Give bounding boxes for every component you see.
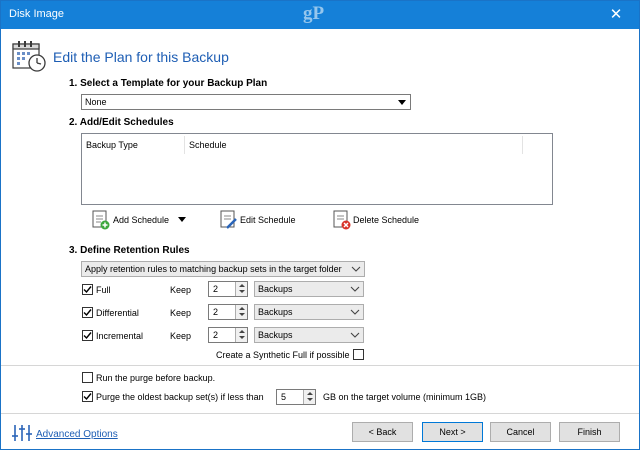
retention-section-label: 3. Define Retention Rules	[69, 245, 190, 256]
calendar-clock-icon	[12, 41, 46, 72]
spin-up-icon[interactable]	[239, 330, 245, 333]
back-button[interactable]: < Back	[352, 422, 413, 442]
spin-down-icon[interactable]	[239, 336, 245, 339]
template-dropdown-value: None	[85, 97, 107, 107]
differential-unit-value: Backups	[258, 307, 293, 317]
chevron-down-icon	[350, 309, 360, 315]
run-purge-before-label: Run the purge before backup.	[96, 373, 216, 383]
retention-rule-value: Apply retention rules to matching backup…	[85, 264, 342, 274]
spinner-buttons[interactable]	[235, 305, 247, 319]
template-section-label: 1. Select a Template for your Backup Pla…	[69, 78, 268, 89]
delete-schedule-label: Delete Schedule	[353, 215, 420, 225]
differential-unit-dropdown[interactable]: Backups	[254, 304, 364, 320]
column-header-schedule[interactable]: Schedule	[189, 140, 227, 150]
differential-checkbox[interactable]	[82, 307, 93, 318]
chevron-down-icon	[350, 286, 360, 292]
incremental-unit-value: Backups	[258, 330, 293, 340]
template-dropdown[interactable]: None	[81, 94, 411, 110]
spinner-buttons[interactable]	[235, 328, 247, 342]
incremental-keep-label: Keep	[170, 331, 192, 341]
full-keep-spinner[interactable]: 2	[208, 281, 248, 297]
retention-rule-dropdown[interactable]: Apply retention rules to matching backup…	[81, 261, 365, 277]
checkmark-icon	[83, 393, 92, 401]
spin-up-icon[interactable]	[307, 392, 313, 395]
delete-schedule-icon	[333, 210, 351, 230]
section-divider	[1, 365, 639, 366]
full-unit-value: Backups	[258, 284, 293, 294]
spinner-buttons[interactable]	[235, 282, 247, 296]
checkmark-icon	[83, 309, 92, 317]
disk-image-window: Disk Image gP ✕ Edit the Plan for this B…	[0, 0, 640, 450]
spin-down-icon[interactable]	[239, 313, 245, 316]
column-divider[interactable]	[184, 136, 185, 154]
purge-oldest-checkbox[interactable]	[82, 391, 93, 402]
spinner-buttons[interactable]	[303, 390, 315, 404]
schedules-list[interactable]: Backup Type Schedule	[81, 133, 553, 205]
chevron-down-icon	[350, 332, 360, 338]
page-title: Edit the Plan for this Backup	[53, 49, 229, 65]
watermark-logo: gP	[303, 3, 325, 24]
delete-schedule-button[interactable]: Delete Schedule	[332, 209, 422, 231]
add-schedule-label: Add Schedule	[113, 215, 170, 225]
spin-down-icon[interactable]	[239, 290, 245, 293]
dropdown-arrow-icon	[398, 100, 406, 105]
column-divider[interactable]	[522, 136, 523, 154]
next-button[interactable]: Next >	[422, 422, 483, 442]
differential-keep-label: Keep	[170, 308, 192, 318]
window-title: Disk Image	[9, 8, 65, 20]
full-keep-value: 2	[213, 284, 219, 294]
full-keep-label: Keep	[170, 285, 192, 295]
synthetic-full-label: Create a Synthetic Full if possible	[216, 350, 350, 360]
differential-label: Differential	[96, 308, 139, 318]
checkmark-icon	[83, 332, 92, 340]
add-schedule-icon	[92, 210, 110, 230]
close-button[interactable]: ✕	[593, 1, 639, 29]
run-purge-before-checkbox[interactable]	[82, 372, 93, 383]
column-header-backup-type[interactable]: Backup Type	[86, 140, 138, 150]
spin-up-icon[interactable]	[239, 307, 245, 310]
full-label: Full	[96, 285, 111, 295]
incremental-checkbox[interactable]	[82, 330, 93, 341]
title-bar[interactable]: Disk Image gP ✕	[1, 1, 639, 29]
cancel-button[interactable]: Cancel	[490, 422, 551, 442]
finish-button[interactable]: Finish	[559, 422, 620, 442]
purge-size-spinner[interactable]: 5	[276, 389, 316, 405]
incremental-label: Incremental	[96, 331, 144, 341]
incremental-unit-dropdown[interactable]: Backups	[254, 327, 364, 343]
incremental-keep-value: 2	[213, 330, 219, 340]
purge-size-value: 5	[281, 392, 287, 402]
synthetic-full-checkbox[interactable]	[353, 349, 364, 360]
advanced-options-icon[interactable]	[11, 423, 33, 443]
spin-up-icon[interactable]	[239, 284, 245, 287]
schedules-section-label: 2. Add/Edit Schedules	[69, 117, 174, 128]
edit-schedule-icon	[220, 210, 237, 229]
add-schedule-dropdown-icon[interactable]	[177, 216, 187, 224]
add-schedule-button[interactable]: Add Schedule	[91, 209, 191, 231]
differential-keep-value: 2	[213, 307, 219, 317]
full-unit-dropdown[interactable]: Backups	[254, 281, 364, 297]
differential-keep-spinner[interactable]: 2	[208, 304, 248, 320]
edit-schedule-button[interactable]: Edit Schedule	[219, 209, 299, 231]
purge-size-suffix: GB on the target volume (minimum 1GB)	[323, 392, 487, 402]
checkmark-icon	[83, 286, 92, 294]
advanced-options-link[interactable]: Advanced Options	[36, 429, 118, 440]
incremental-keep-spinner[interactable]: 2	[208, 327, 248, 343]
full-checkbox[interactable]	[82, 284, 93, 295]
spin-down-icon[interactable]	[307, 398, 313, 401]
edit-schedule-label: Edit Schedule	[240, 215, 296, 225]
footer-divider	[1, 413, 639, 414]
purge-oldest-label: Purge the oldest backup set(s) if less t…	[96, 392, 264, 402]
chevron-down-icon	[351, 266, 361, 272]
